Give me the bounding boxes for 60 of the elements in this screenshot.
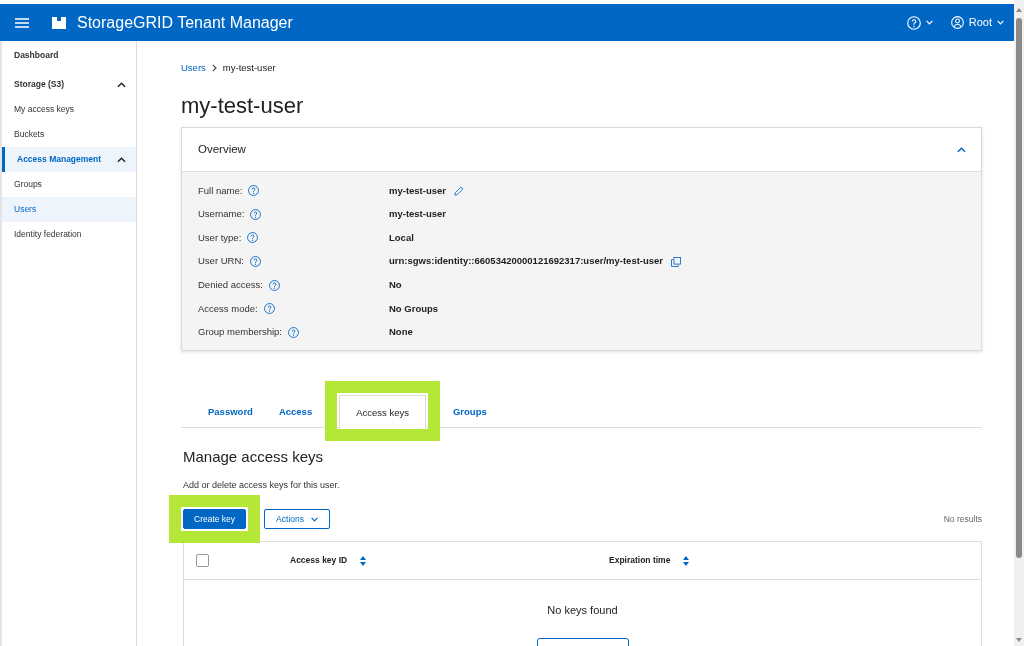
field-value: None bbox=[389, 325, 413, 340]
tab[interactable]: Groups bbox=[439, 395, 500, 429]
field-label: User URN: bbox=[198, 254, 244, 269]
primary-button[interactable]: Create key bbox=[183, 509, 247, 530]
sidebar-section[interactable]: Access Management bbox=[2, 147, 136, 172]
field-value: urn:sgws:identity::66053420000121692317:user/my-test-user bbox=[389, 254, 664, 269]
help-icon[interactable] bbox=[250, 208, 262, 220]
panel-title: Overview bbox=[198, 141, 246, 157]
column-header[interactable]: Access key ID bbox=[290, 554, 367, 568]
page-title: my-test-user bbox=[181, 93, 305, 119]
sidebar-item[interactable]: Buckets bbox=[2, 122, 136, 147]
section-title: Manage access keys bbox=[183, 448, 325, 467]
field-value: No Groups bbox=[389, 301, 439, 316]
logo-icon bbox=[52, 16, 66, 29]
sidebar-item[interactable]: Users bbox=[2, 197, 136, 222]
sidebar-item[interactable]: Dashboard bbox=[2, 43, 136, 68]
tab[interactable]: Access keys bbox=[339, 395, 426, 430]
pencil-icon[interactable] bbox=[454, 185, 465, 196]
field-label: Group membership: bbox=[198, 325, 282, 340]
sidebar-item[interactable]: My access keys bbox=[2, 97, 136, 122]
scrollbar[interactable] bbox=[1014, 0, 1024, 646]
help-icon[interactable] bbox=[263, 303, 275, 315]
field-value: my-test-user bbox=[389, 207, 447, 222]
select-all-checkbox[interactable] bbox=[196, 554, 209, 568]
help-icon[interactable] bbox=[247, 232, 259, 244]
chevron-up-icon[interactable] bbox=[117, 156, 126, 163]
app-title: StorageGRID Tenant Manager bbox=[77, 12, 293, 33]
field-label: Username: bbox=[198, 207, 245, 222]
help-icon[interactable] bbox=[249, 256, 261, 268]
field-label: Full name: bbox=[198, 183, 243, 198]
breadcrumb-link[interactable]: Users bbox=[181, 61, 206, 75]
tab[interactable]: Access bbox=[265, 395, 326, 429]
chevron-up-icon[interactable] bbox=[117, 81, 126, 88]
help-icon[interactable] bbox=[268, 279, 280, 291]
user-menu[interactable]: Root bbox=[950, 14, 1004, 31]
breadcrumb-current: my-test-user bbox=[222, 61, 276, 75]
caret-icon[interactable] bbox=[311, 516, 318, 522]
sidebar-item[interactable]: Groups bbox=[2, 172, 136, 197]
field-value: Local bbox=[389, 230, 414, 245]
user-icon[interactable] bbox=[950, 16, 964, 29]
chevron-right-icon bbox=[211, 64, 217, 72]
sort-icon[interactable] bbox=[360, 555, 367, 566]
sidebar-item[interactable]: Identity federation bbox=[2, 222, 136, 247]
copy-icon[interactable] bbox=[671, 256, 682, 267]
menu-icon[interactable] bbox=[15, 17, 29, 28]
dropdown-button[interactable]: Actions bbox=[264, 509, 330, 530]
column-header[interactable]: Expiration time bbox=[609, 554, 690, 568]
help-icon[interactable] bbox=[248, 185, 260, 197]
field-label: User type: bbox=[198, 230, 242, 245]
field-label: Access mode: bbox=[198, 301, 258, 316]
field-value: No bbox=[389, 278, 402, 293]
field-label: Denied access: bbox=[198, 278, 263, 293]
field-value: my-test-user bbox=[389, 183, 447, 198]
empty-message: No keys found bbox=[546, 604, 619, 618]
section-description: Add or delete access keys for this user. bbox=[183, 479, 341, 493]
tab[interactable]: Password bbox=[195, 395, 266, 429]
sidebar-section[interactable]: Storage (S3) bbox=[2, 72, 136, 97]
result-count: No results bbox=[943, 512, 982, 526]
sort-icon[interactable] bbox=[683, 555, 690, 566]
help-icon[interactable] bbox=[287, 326, 299, 338]
